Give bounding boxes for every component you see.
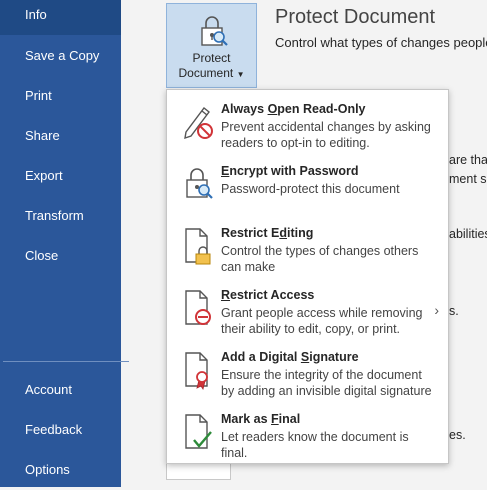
menu-item-encrypt-with-password[interactable]: Encrypt with Password Password-protect t… xyxy=(167,156,448,218)
background-text-fragment: es. xyxy=(449,428,466,442)
nav-item-close[interactable]: Close xyxy=(0,236,121,276)
nav-item-options[interactable]: Options xyxy=(0,450,121,490)
nav-item-info[interactable]: Info xyxy=(0,0,121,35)
protect-button-label-line2: Document xyxy=(178,66,234,80)
nav-divider xyxy=(3,361,129,362)
menu-item-title: Add a Digital Signature xyxy=(221,350,359,364)
menu-item-mark-as-final[interactable]: Mark as Final Let readers know the docum… xyxy=(167,404,448,466)
menu-item-description: Let readers know the document is final. xyxy=(221,430,409,460)
protect-button-label-line1: Protect xyxy=(192,51,231,65)
document-ribbon-icon xyxy=(182,350,216,390)
lock-magnifier-icon xyxy=(199,14,229,53)
nav-item-feedback[interactable]: Feedback xyxy=(0,410,121,450)
menu-item-title: Restrict Editing xyxy=(221,226,314,240)
chevron-down-icon: ▼ xyxy=(236,70,245,79)
background-text-fragment: s. xyxy=(449,304,459,318)
document-no-icon xyxy=(182,288,216,328)
section-description: Control what types of changes people ca xyxy=(275,35,487,50)
background-text-fragment: abilities xyxy=(449,227,487,241)
document-lock-icon xyxy=(182,226,216,266)
menu-item-title: Always Open Read-Only xyxy=(221,102,366,116)
document-check-icon xyxy=(182,412,216,452)
nav-item-account[interactable]: Account xyxy=(0,370,121,410)
pencil-no-icon xyxy=(182,102,216,142)
menu-item-always-open-read-only[interactable]: Always Open Read-Only Prevent accidental… xyxy=(167,94,448,156)
backstage-nav: Info Save a Copy Print Share Export Tran… xyxy=(0,0,129,490)
menu-item-description: Password-protect this document xyxy=(221,182,400,196)
lock-magnifier-icon xyxy=(182,164,216,204)
menu-item-description: Control the types of changes others can … xyxy=(221,244,419,274)
menu-item-restrict-editing[interactable]: Restrict Editing Control the types of ch… xyxy=(167,218,448,280)
nav-item-print[interactable]: Print xyxy=(0,76,121,116)
menu-item-add-digital-signature[interactable]: Add a Digital Signature Ensure the integ… xyxy=(167,342,448,404)
menu-item-description: Grant people access while removing their… xyxy=(221,306,423,336)
section-title: Protect Document xyxy=(275,6,436,28)
nav-item-transform[interactable]: Transform xyxy=(0,196,121,236)
background-text-fragment: ment se xyxy=(449,172,487,186)
nav-item-export[interactable]: Export xyxy=(0,156,121,196)
protect-document-button[interactable]: Protect Document ▼ xyxy=(166,3,257,88)
menu-item-title: Restrict Access xyxy=(221,288,315,302)
background-text-fragment: are that xyxy=(449,153,487,167)
chevron-right-icon: › xyxy=(434,302,439,318)
menu-item-title: Mark as Final xyxy=(221,412,301,426)
protect-document-menu: Always Open Read-Only Prevent accidental… xyxy=(166,89,449,464)
menu-item-restrict-access[interactable]: Restrict Access Grant people access whil… xyxy=(167,280,448,342)
nav-item-share[interactable]: Share xyxy=(0,116,121,156)
menu-item-title: Encrypt with Password xyxy=(221,164,359,178)
menu-item-description: Ensure the integrity of the document by … xyxy=(221,368,432,398)
nav-item-save-a-copy[interactable]: Save a Copy xyxy=(0,36,121,76)
menu-item-description: Prevent accidental changes by asking rea… xyxy=(221,120,431,150)
